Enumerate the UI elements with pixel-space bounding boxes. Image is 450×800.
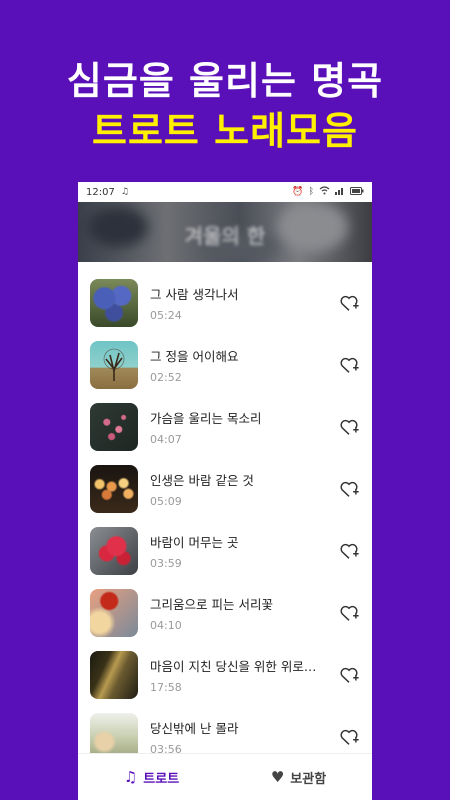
song-item[interactable]: 마음이 지친 당신을 위한 위로… 17:58 <box>78 644 372 706</box>
song-title: 가슴을 울리는 목소리 <box>150 411 262 426</box>
song-thumbnail <box>90 527 138 575</box>
add-favorite-icon[interactable] <box>338 416 360 438</box>
song-duration: 04:07 <box>150 433 182 446</box>
song-thumbnail <box>90 651 138 699</box>
song-thumbnail <box>90 341 138 389</box>
song-item[interactable]: 인생은 바람 같은 것 05:09 <box>78 458 372 520</box>
add-favorite-icon[interactable] <box>338 354 360 376</box>
song-duration: 05:24 <box>150 309 182 322</box>
battery-icon <box>350 186 364 198</box>
signal-icon <box>335 186 345 198</box>
tab-trot-label: 트로트 <box>143 771 180 787</box>
song-title: 그리움으로 피는 서리꽃 <box>150 597 273 612</box>
add-favorite-icon[interactable] <box>338 540 360 562</box>
song-item[interactable]: 바람이 머무는 곳 03:59 <box>78 520 372 582</box>
song-item[interactable]: 그 정을 어이해요 02:52 <box>78 334 372 396</box>
headline-line1: 심금을 울리는 명곡 <box>66 59 384 103</box>
status-bar: 12:07 ♫ ⏰ ᛒ <box>78 182 372 202</box>
song-item[interactable]: 그 사람 생각나서 05:24 <box>78 272 372 334</box>
bottom-nav: ♫ 트로트 ♥ 보관함 <box>78 753 372 800</box>
headline-line2: 트로트 노래모음 <box>92 109 358 153</box>
song-duration: 17:58 <box>150 681 182 694</box>
song-title: 마음이 지친 당신을 위한 위로… <box>150 659 317 674</box>
alarm-icon: ⏰ <box>292 187 304 197</box>
wifi-icon <box>319 186 330 198</box>
song-duration: 04:10 <box>150 619 182 632</box>
add-favorite-icon[interactable] <box>338 664 360 686</box>
song-thumbnail <box>90 279 138 327</box>
tab-storage[interactable]: ♥ 보관함 <box>225 754 372 800</box>
add-favorite-icon[interactable] <box>338 478 360 500</box>
tab-storage-label: 보관함 <box>290 771 327 787</box>
bluetooth-icon: ᛒ <box>308 187 314 197</box>
song-title: 그 정을 어이해요 <box>150 349 239 364</box>
heart-icon: ♥ <box>270 768 285 786</box>
song-item[interactable]: 가슴을 울리는 목소리 04:07 <box>78 396 372 458</box>
song-duration: 05:09 <box>150 495 182 508</box>
tab-trot[interactable]: ♫ 트로트 <box>78 754 225 800</box>
add-favorite-icon[interactable] <box>338 602 360 624</box>
song-title: 그 사람 생각나서 <box>150 287 239 302</box>
add-favorite-icon[interactable] <box>338 726 360 748</box>
song-duration: 02:52 <box>150 371 182 384</box>
song-duration: 03:59 <box>150 557 182 570</box>
song-thumbnail <box>90 589 138 637</box>
status-time: 12:07 <box>86 186 115 198</box>
banner-image[interactable]: 겨울의 한 <box>78 202 372 262</box>
music-note-icon: ♫ <box>120 187 129 197</box>
song-thumbnail <box>90 465 138 513</box>
song-title: 바람이 머무는 곳 <box>150 535 239 550</box>
song-list: 그 사람 생각나서 05:24 그 정을 어이해요 02:52 가슴을 울리는 … <box>78 262 372 768</box>
music-note-icon: ♫ <box>123 768 138 786</box>
song-title: 당신밖에 난 몰라 <box>150 721 239 736</box>
banner-text: 겨울의 한 <box>184 224 266 248</box>
add-favorite-icon[interactable] <box>338 292 360 314</box>
song-title: 인생은 바람 같은 것 <box>150 473 254 488</box>
song-thumbnail <box>90 403 138 451</box>
song-item[interactable]: 그리움으로 피는 서리꽃 04:10 <box>78 582 372 644</box>
phone-screen: 12:07 ♫ ⏰ ᛒ 겨울의 한 그 사람 생각나서 05:24 그 정을 어… <box>78 182 372 800</box>
